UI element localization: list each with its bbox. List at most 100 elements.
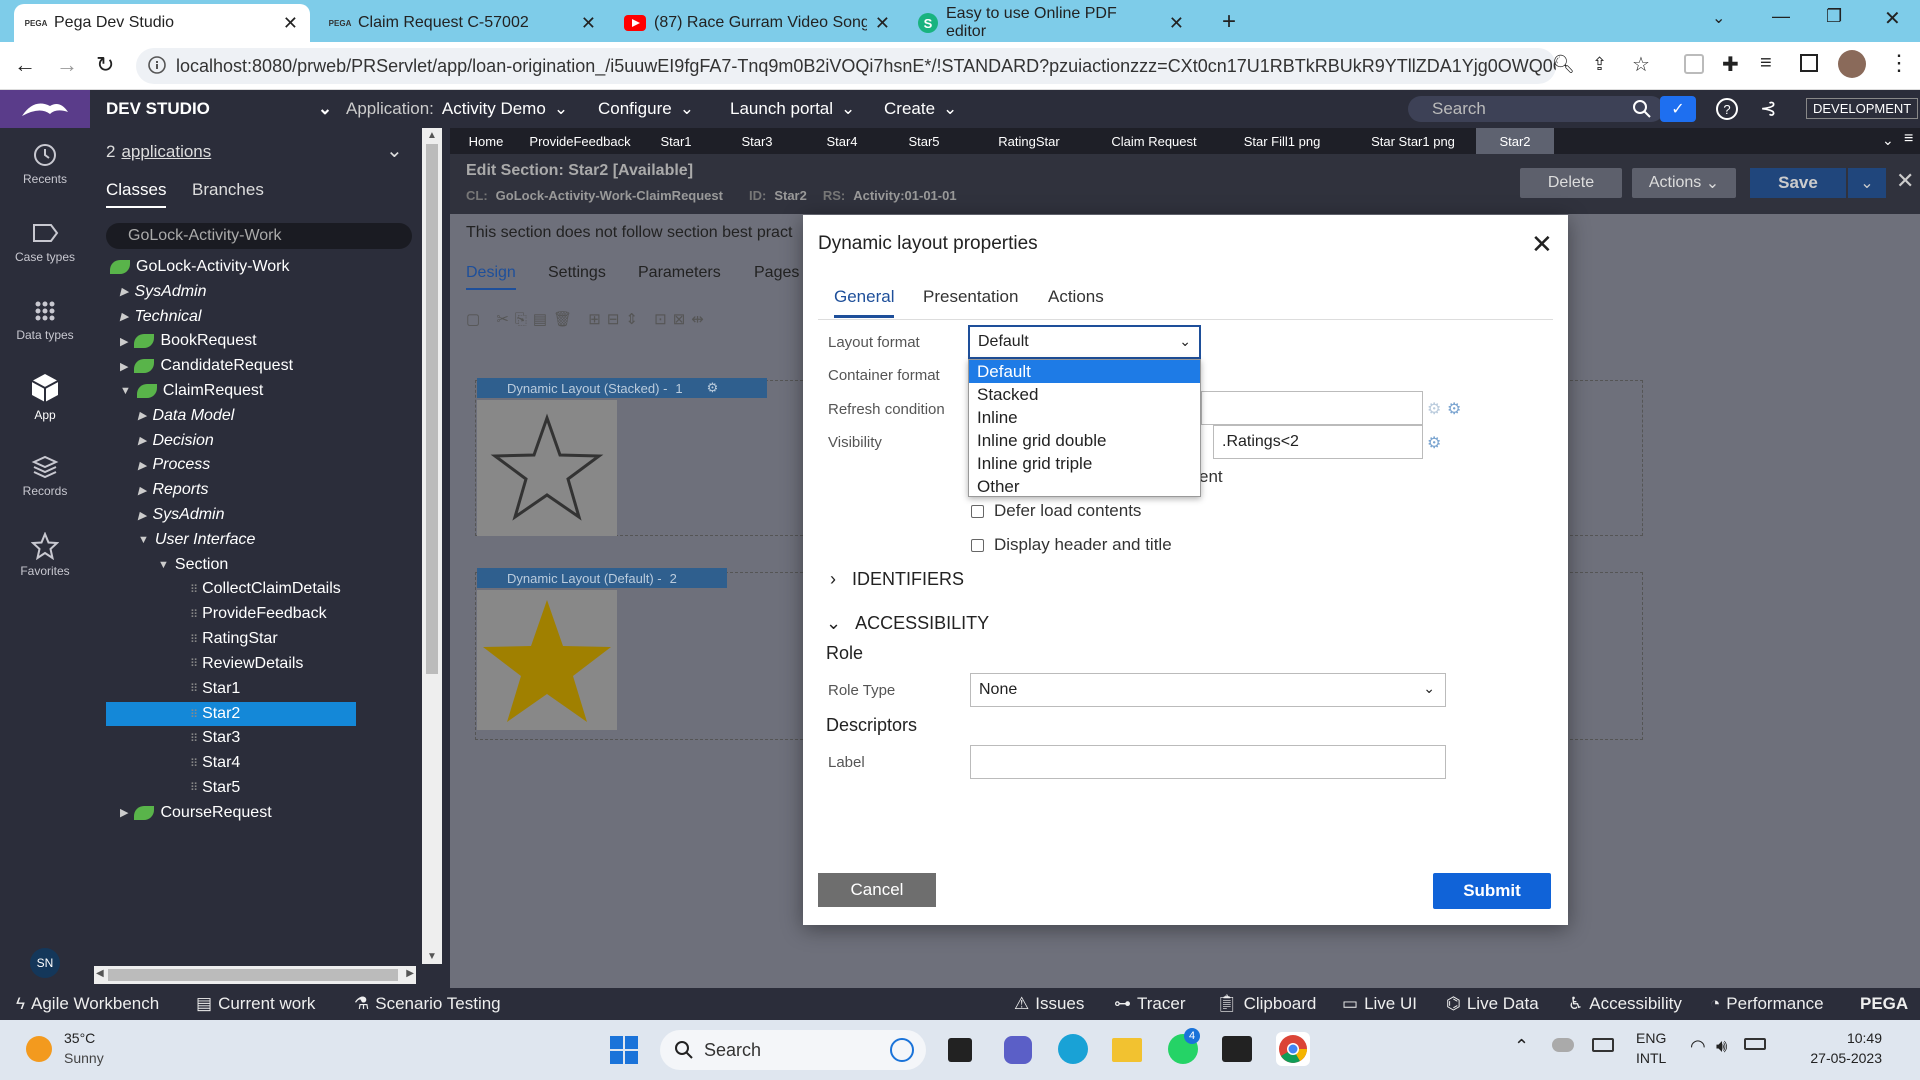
rule-tabs-menu-icon[interactable]: ≡ <box>1904 130 1913 148</box>
rule-tab[interactable]: Star Star1 png <box>1350 128 1476 154</box>
tree-item[interactable]: ▶ Data Model <box>138 407 234 425</box>
help-icon[interactable]: ? <box>1716 98 1738 120</box>
tree-item[interactable]: ⠿ Star4 <box>190 754 240 772</box>
agile-workbench-button[interactable]: ϟ Agile Workbench <box>16 988 159 1020</box>
layout-2-header[interactable]: Dynamic Layout (Default) - 2 <box>477 568 727 588</box>
tree-item[interactable]: GoLock-Activity-Work <box>110 258 290 276</box>
rule-tab[interactable]: Home <box>450 128 522 154</box>
wifi-icon[interactable]: ◠ <box>1690 1036 1706 1057</box>
edge-icon[interactable] <box>1058 1034 1088 1064</box>
browser-tab-pdf-editor[interactable]: S Easy to use Online PDF editor ✕ <box>906 4 1196 42</box>
option-inline-grid-double[interactable]: Inline grid double <box>969 429 1200 452</box>
visibility-gear-icon[interactable]: ⚙ <box>1427 433 1441 453</box>
close-tab-icon[interactable]: ✕ <box>283 13 298 34</box>
vertical-scrollbar[interactable]: ▲ ▼ <box>422 128 442 964</box>
nav-favorites[interactable]: Favorites <box>0 532 90 578</box>
live-data-button[interactable]: ⌬ Live Data <box>1446 988 1539 1020</box>
launch-portal-menu[interactable]: Launch portal ⌄ <box>730 90 855 128</box>
application-switcher[interactable]: Application: Activity Demo ⌄ <box>346 90 568 128</box>
applications-link[interactable]: applications <box>121 142 211 162</box>
tree-item[interactable]: ⠿ Star3 <box>190 729 240 747</box>
battery-icon[interactable] <box>1744 1038 1766 1050</box>
tab-design[interactable]: Design <box>466 264 516 290</box>
clock-time[interactable]: 10:49 <box>1802 1030 1882 1046</box>
search-go-button[interactable]: ✓ <box>1660 96 1696 122</box>
pulse-share-icon[interactable]: ⊰ <box>1760 96 1777 121</box>
tree-item[interactable]: ▶ CourseRequest <box>120 804 272 822</box>
teams-icon[interactable] <box>1004 1036 1032 1064</box>
weather-sun-icon[interactable] <box>26 1036 52 1062</box>
close-tab-icon[interactable]: ✕ <box>581 13 596 34</box>
option-stacked[interactable]: Stacked <box>969 383 1200 406</box>
maximize-icon[interactable]: ❐ <box>1826 6 1842 27</box>
tab-presentation[interactable]: Presentation <box>923 287 1018 307</box>
url-field[interactable]: localhost:8080/prweb/PRServlet/app/loan-… <box>136 48 1556 84</box>
scroll-up-icon[interactable]: ▲ <box>427 130 437 141</box>
tree-item[interactable]: ▶ SysAdmin <box>120 283 207 301</box>
clipboard-button[interactable]: 📋︎ Clipboard <box>1216 988 1316 1020</box>
actions-button[interactable]: Actions ⌄ <box>1632 168 1736 198</box>
close-window-icon[interactable]: ✕ <box>1884 6 1901 31</box>
option-inline-grid-triple[interactable]: Inline grid triple <box>969 452 1200 475</box>
cloud-icon[interactable] <box>1552 1038 1574 1052</box>
tab-settings[interactable]: Settings <box>548 264 606 282</box>
scenario-testing-button[interactable]: ⚗ Scenario Testing <box>354 988 501 1020</box>
site-info-icon[interactable] <box>148 56 166 74</box>
browser-tab-claim-request[interactable]: PEGA Claim Request C-57002 ✕ <box>318 4 608 42</box>
tree-item[interactable]: ⠿ Star2 <box>106 702 356 727</box>
nav-data-types[interactable]: Data types <box>0 298 90 342</box>
tree-item[interactable]: ▼ ClaimRequest <box>120 382 263 400</box>
tree-item[interactable]: ⠿ RatingStar <box>190 630 278 648</box>
rule-tab[interactable]: Star2 <box>1476 128 1554 154</box>
browser-tab-pega-dev-studio[interactable]: PEGA Pega Dev Studio ✕ <box>14 4 310 42</box>
nav-records[interactable]: Records <box>0 454 90 498</box>
performance-button[interactable]: ◔ Performance <box>1710 988 1824 1020</box>
profile-avatar[interactable] <box>1838 50 1866 78</box>
close-icon[interactable]: ✕ <box>1531 229 1553 260</box>
tree-item[interactable]: ▶ BookRequest <box>120 332 257 350</box>
side-panel-icon[interactable] <box>1800 54 1818 72</box>
cancel-button[interactable]: Cancel <box>818 873 936 907</box>
configure-menu[interactable]: Configure ⌄ <box>598 90 694 128</box>
scroll-down-icon[interactable]: ▼ <box>427 951 437 962</box>
caret-right-icon[interactable]: ▶ <box>120 285 128 298</box>
browser-menu-icon[interactable]: ⋮ <box>1888 50 1910 76</box>
tree-item[interactable]: ▶ Technical <box>120 308 201 326</box>
minimize-icon[interactable]: — <box>1772 6 1790 27</box>
caret-down-icon[interactable]: ▼ <box>138 534 149 546</box>
tree-item[interactable]: ⠿ ReviewDetails <box>190 655 303 673</box>
label-input[interactable] <box>970 745 1446 779</box>
keyboard-icon[interactable] <box>1592 1038 1614 1052</box>
chevron-down-icon[interactable]: ⌄ <box>386 138 403 163</box>
rule-tab[interactable]: RatingStar <box>964 128 1094 154</box>
search-icon[interactable] <box>1632 99 1652 119</box>
caret-right-icon[interactable]: ▶ <box>138 484 146 497</box>
refresh-condition-gear-icon[interactable]: ⚙ <box>1427 399 1441 419</box>
caret-right-icon[interactable]: ▶ <box>138 509 146 522</box>
accessibility-section-toggle[interactable]: ⌄ ACCESSIBILITY <box>826 613 989 634</box>
pega-logo[interactable] <box>0 90 90 128</box>
caret-right-icon[interactable]: ▶ <box>120 310 128 323</box>
tree-item[interactable]: ▼ Section <box>158 556 228 574</box>
condition-builder-icon[interactable]: ⚙ <box>1447 399 1461 419</box>
caret-down-icon[interactable]: ▼ <box>158 559 169 571</box>
puzzle-extensions-icon[interactable]: ✚ <box>1722 52 1739 77</box>
option-inline[interactable]: Inline <box>969 406 1200 429</box>
defer-load-checkbox[interactable]: Defer load contents <box>971 501 1141 521</box>
tab-parameters[interactable]: Parameters <box>638 264 721 282</box>
scroll-left-icon[interactable]: ◀ <box>96 968 104 979</box>
nav-recents[interactable]: Recents <box>0 142 90 186</box>
create-menu[interactable]: Create ⌄ <box>884 90 957 128</box>
live-ui-button[interactable]: ▭ Live UI <box>1342 988 1417 1020</box>
identifiers-section-toggle[interactable]: › IDENTIFIERS <box>830 569 964 590</box>
file-explorer-icon[interactable] <box>1112 1038 1142 1062</box>
tree-item[interactable]: ▶ Process <box>138 456 210 474</box>
tree-item[interactable]: ▶ Reports <box>138 481 209 499</box>
tree-item[interactable]: ▼ User Interface <box>138 531 255 549</box>
share-icon[interactable]: ⇪ <box>1592 54 1607 75</box>
caret-down-icon[interactable]: ▼ <box>120 385 131 397</box>
class-filter-input[interactable]: GoLock-Activity-Work <box>106 223 412 249</box>
layout-format-select[interactable]: Default ⌄ <box>968 325 1201 359</box>
product-switcher[interactable]: DEV STUDIO ⌄ <box>106 90 332 128</box>
rule-tab[interactable]: Claim Request <box>1094 128 1214 154</box>
